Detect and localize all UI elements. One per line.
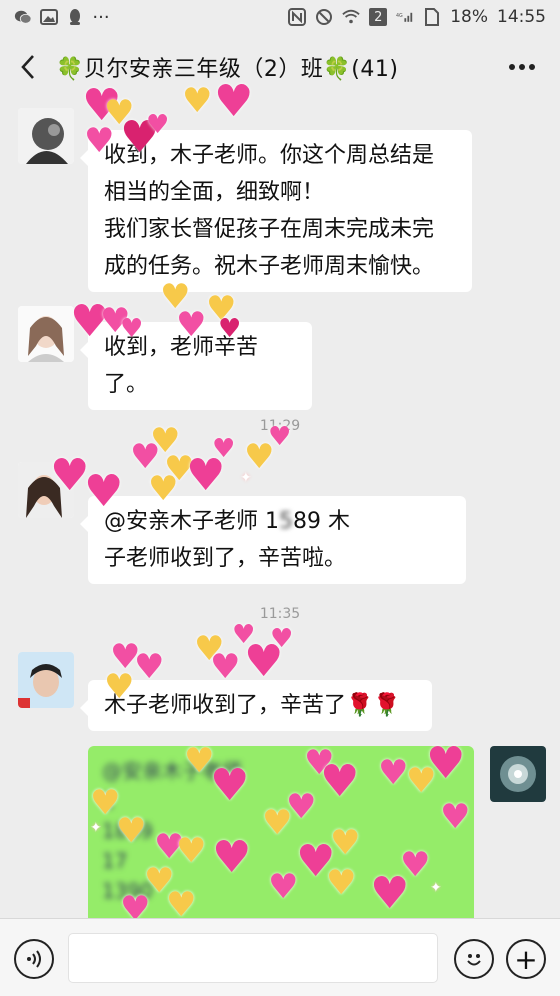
sparkle-icon: ✦ — [430, 880, 442, 896]
message-bubble[interactable]: @安亲木子老师 1589 木 子老师收到了，辛苦啦。 — [80, 496, 466, 584]
wifi-icon — [342, 8, 360, 26]
heart-icon: ♥ — [182, 81, 213, 121]
heart-icon: ♥ — [214, 76, 254, 127]
heart-icon: ♥ — [176, 831, 207, 871]
avatar[interactable] — [18, 652, 74, 708]
sim-icon — [423, 8, 441, 26]
voice-button[interactable] — [14, 939, 54, 979]
timestamp: 11:35 — [259, 606, 301, 622]
status-bar: ··· 2 4G 18% 14:55 — [0, 0, 560, 34]
heart-icon: ♥ — [176, 305, 207, 345]
status-right-icons: 2 4G 18% 14:55 — [288, 7, 546, 27]
heart-icon: ♥ — [426, 738, 466, 789]
heart-icon: ♥ — [84, 466, 124, 517]
mute-icon — [315, 8, 333, 26]
svg-text:4G: 4G — [396, 13, 403, 19]
battery-percent: 18% — [450, 7, 488, 27]
heart-icon: ♥ — [210, 647, 241, 687]
heart-icon: ♥ — [148, 469, 179, 509]
message-text: 子老师收到了，辛苦啦。 — [104, 546, 347, 571]
heart-icon: ♥ — [166, 885, 197, 925]
chat-info-button[interactable] — [502, 52, 542, 82]
heart-icon: ♥ — [262, 803, 293, 843]
heart-icon: ♥ — [134, 647, 165, 687]
message-text: 成的任务。祝木子老师周末愉快。 — [104, 254, 435, 279]
voice-icon — [27, 950, 41, 968]
more-dots-icon — [509, 64, 535, 70]
heart-icon: ♥ — [244, 636, 284, 687]
heart-icon: ♥ — [378, 753, 409, 793]
heart-icon: ♥ — [210, 760, 250, 811]
plus-icon: + — [514, 942, 538, 976]
sim2-icon: 2 — [369, 8, 388, 26]
back-button[interactable] — [0, 34, 56, 100]
heart-icon: ♥ — [268, 422, 292, 452]
signal-4g-icon: 4G — [396, 8, 414, 26]
masked-phone-number: 5 — [279, 509, 293, 534]
heart-icon: ♥ — [268, 867, 299, 907]
mention-text: @安亲木子老师 1 — [104, 509, 279, 534]
status-time: 14:55 — [497, 7, 546, 27]
heart-icon: ♥ — [320, 756, 360, 807]
heart-icon: ♥ — [186, 450, 226, 501]
heart-icon: ♥ — [146, 110, 170, 140]
message-text-tail: 89 木 — [293, 509, 350, 534]
heart-icon: ♥ — [370, 868, 410, 919]
status-left-icons: ··· — [14, 6, 110, 28]
heart-icon: ♥ — [440, 797, 471, 837]
heart-icon: ♥ — [218, 314, 242, 344]
avatar[interactable] — [490, 746, 546, 802]
sparkle-icon: ✦ — [90, 820, 102, 836]
message-text: 木子老师收到了，辛苦了🌹🌹 — [104, 693, 401, 718]
emoji-icon — [467, 954, 481, 966]
emoji-button[interactable] — [454, 939, 494, 979]
avatar[interactable] — [18, 306, 74, 362]
avatar[interactable] — [18, 108, 74, 164]
message-text: 我们家长督促孩子在周末完成未完 — [104, 217, 435, 242]
chevron-left-icon — [21, 55, 34, 79]
heart-icon: ♥ — [116, 811, 147, 851]
sparkle-icon: ✦ — [240, 470, 252, 486]
image-icon — [40, 8, 58, 26]
heart-icon: ♥ — [104, 667, 135, 707]
message-input[interactable] — [68, 933, 438, 983]
message-bubble[interactable]: 木子老师收到了，辛苦了🌹🌹 — [80, 680, 432, 731]
more-actions-button[interactable]: + — [506, 939, 546, 979]
message-text: 相当的全面，细致啊！ — [104, 180, 325, 205]
input-bar: + — [0, 918, 560, 996]
heart-icon: ♥ — [84, 121, 115, 161]
heart-icon: ♥ — [212, 832, 252, 883]
wechat-icon — [14, 8, 32, 26]
heart-icon: ♥ — [120, 314, 144, 344]
more-notifications-icon: ··· — [92, 6, 110, 28]
heart-icon: ♥ — [326, 863, 357, 903]
qq-icon — [66, 8, 84, 26]
nfc-icon — [288, 8, 307, 26]
